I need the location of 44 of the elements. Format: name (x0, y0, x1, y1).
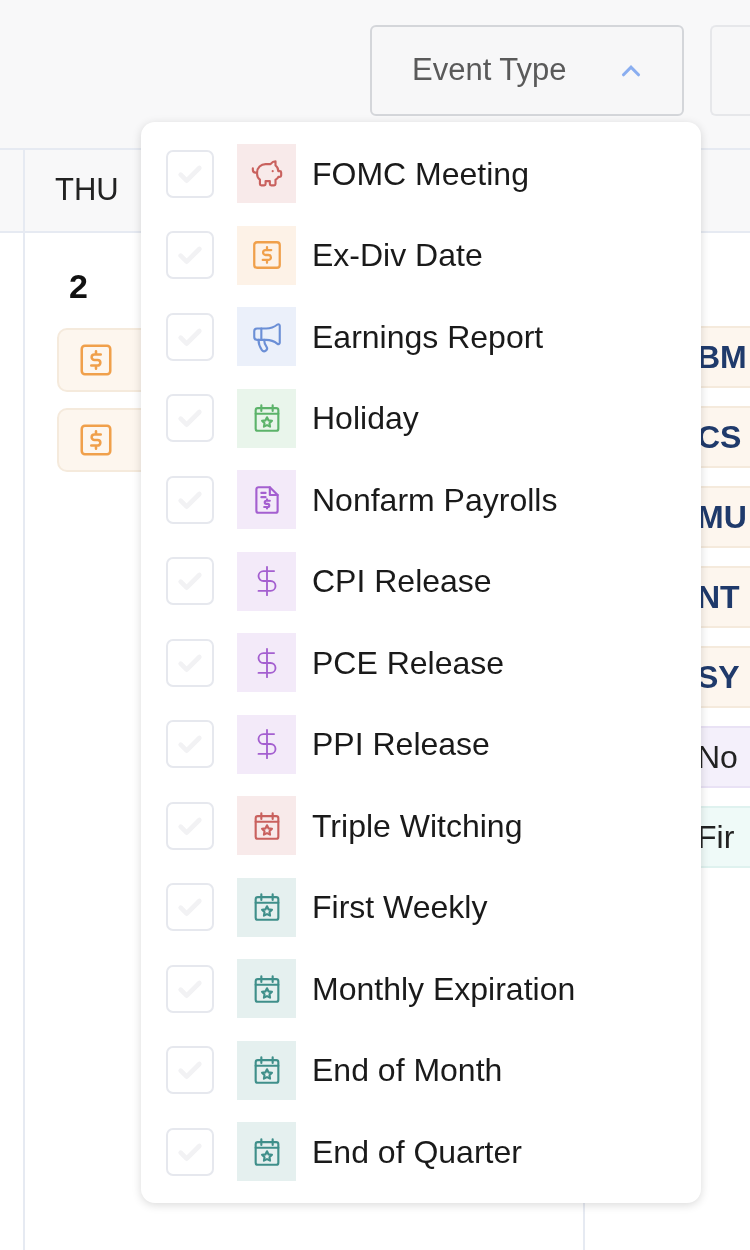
day-number: 2 (68, 266, 89, 307)
dollar-square-icon (77, 341, 115, 379)
menu-item-label: End of Month (312, 1051, 503, 1091)
menu-item-label: First Weekly (312, 888, 488, 928)
checkbox[interactable] (166, 1046, 214, 1095)
menu-item-label: Monthly Expiration (312, 969, 576, 1009)
checkbox[interactable] (166, 883, 214, 932)
checkbox[interactable] (166, 801, 214, 850)
menu-item[interactable]: Monthly Expiration (141, 948, 701, 1030)
menu-item[interactable]: Triple Witching (141, 785, 701, 867)
checkbox[interactable] (166, 638, 214, 687)
event-type-button[interactable]: Event Type (370, 25, 684, 116)
day-header: THU (55, 171, 119, 210)
checkbox[interactable] (166, 149, 214, 198)
menu-item-label: Holiday (312, 399, 419, 439)
menu-item[interactable]: Holiday (141, 377, 701, 459)
menu-item-label: CPI Release (312, 562, 492, 602)
menu-item[interactable]: FOMC Meeting (141, 133, 701, 215)
menu-item[interactable]: CPI Release (141, 540, 701, 622)
menu-item[interactable]: PCE Release (141, 622, 701, 704)
menu-item[interactable]: First Weekly (141, 866, 701, 948)
menu-item[interactable]: Ex-Div Date (141, 214, 701, 296)
checkbox[interactable] (166, 964, 214, 1013)
checkbox[interactable] (166, 720, 214, 769)
checkbox[interactable] (166, 231, 214, 280)
menu-item-label: FOMC Meeting (312, 154, 529, 194)
menu-item[interactable]: Earnings Report (141, 296, 701, 378)
menu-item-label: Earnings Report (312, 317, 544, 357)
menu-item-label: Triple Witching (312, 806, 523, 846)
dollar-square-icon (77, 421, 115, 459)
menu-item[interactable]: PPI Release (141, 703, 701, 785)
menu-item-label: Nonfarm Payrolls (312, 480, 558, 520)
menu-item-label: End of Quarter (312, 1132, 522, 1172)
checkbox[interactable] (166, 1127, 214, 1176)
checkbox[interactable] (166, 394, 214, 443)
menu-item[interactable]: End of Month (141, 1029, 701, 1111)
menu-item-label: Ex-Div Date (312, 236, 483, 276)
checkbox[interactable] (166, 312, 214, 361)
menu-item-label: PCE Release (312, 643, 505, 683)
menu-item[interactable]: End of Quarter (141, 1111, 701, 1193)
checkbox[interactable] (166, 557, 214, 606)
checkbox[interactable] (166, 475, 214, 524)
menu-item[interactable]: Nonfarm Payrolls (141, 459, 701, 541)
menu-item-label: PPI Release (312, 725, 490, 765)
